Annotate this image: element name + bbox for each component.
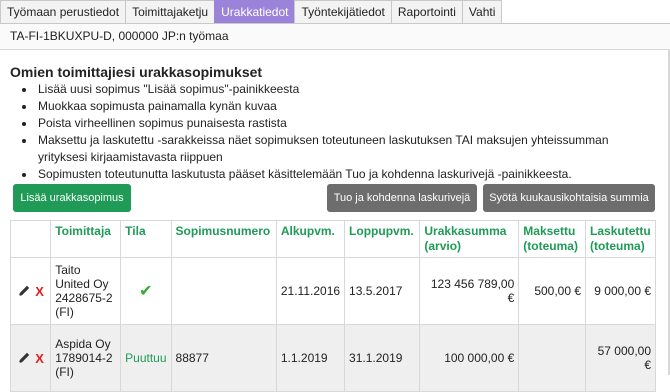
header-supplier[interactable]: Toimittaja	[50, 220, 122, 258]
tab-toimittajaketju[interactable]: Toimittajaketju	[125, 0, 216, 23]
cell-start-date: 1.1.2019	[275, 324, 346, 392]
status-badge: Puuttuu	[125, 351, 167, 365]
header-start-date[interactable]: Alkupvm.	[275, 220, 346, 258]
cell-supplier: Taito United Oy 2428675-2 (FI)	[50, 257, 122, 325]
tab-urakkatiedot[interactable]: Urakkatiedot	[214, 0, 296, 23]
cell-paid	[518, 324, 587, 392]
pencil-icon[interactable]	[17, 284, 31, 298]
header-status[interactable]: Tila	[120, 220, 172, 258]
cell-end-date: 31.1.2019	[344, 324, 421, 392]
cell-invoiced: 57 000,00 €	[585, 324, 656, 392]
header-paid[interactable]: Maksettu (toteuma)	[518, 220, 587, 258]
cell-supplier: Aspida Oy 1789014-2 (FI)	[50, 324, 122, 392]
page-title: Omien toimittajiesi urakkasopimukset	[10, 64, 263, 80]
header-contract-number[interactable]: Sopimusnumero	[170, 220, 277, 258]
contracts-table: Toimittaja Tila Sopimusnumero Alkupvm. L…	[9, 220, 656, 392]
header-end-date[interactable]: Loppupvm.	[344, 220, 421, 258]
instructions-list: Lisää uusi sopimus "Lisää sopimus"-paini…	[20, 81, 660, 183]
instruction-item: Muokkaa sopimusta painamalla kynän kuvaa	[36, 98, 660, 115]
table-row: X Aspida Oy 1789014-2 (FI) Puuttuu 88877…	[9, 324, 656, 392]
cell-invoiced: 9 000,00 €	[585, 257, 656, 325]
cell-end-date: 13.5.2017	[344, 257, 421, 325]
tab-raportointi[interactable]: Raportointi	[390, 0, 463, 23]
delete-icon[interactable]: X	[35, 351, 44, 366]
cell-contract-number: 88877	[170, 324, 277, 392]
add-contract-button[interactable]: Lisää urakkasopimus	[13, 184, 131, 212]
header-contract-sum[interactable]: Urakkasumma (arvio)	[419, 220, 520, 258]
site-identifier: TA-FI-1BKUXPU-D, 000000 JP:n työmaa	[0, 23, 670, 50]
instruction-item: Sopimusten toteutunutta laskutusta pääse…	[36, 166, 660, 183]
cell-start-date: 21.11.2016	[275, 257, 346, 325]
cell-status: ✔	[120, 257, 172, 325]
instruction-item: Maksettu ja laskutettu -sarakkeissa näet…	[36, 132, 660, 166]
cell-contract-number	[170, 257, 277, 325]
table-header-row: Toimittaja Tila Sopimusnumero Alkupvm. L…	[9, 220, 656, 258]
table-row: X Taito United Oy 2428675-2 (FI) ✔ 21.11…	[9, 257, 656, 325]
pencil-icon[interactable]	[17, 351, 31, 365]
check-icon: ✔	[139, 283, 153, 300]
tab-tyontekijatiedot[interactable]: Työntekijätiedot	[294, 0, 392, 23]
row-actions: X	[9, 257, 52, 325]
cell-contract-sum: 100 000,00 €	[419, 324, 520, 392]
header-actions	[9, 220, 52, 258]
row-actions: X	[9, 324, 52, 392]
instruction-item: Lisää uusi sopimus "Lisää sopimus"-paini…	[36, 81, 660, 98]
delete-icon[interactable]: X	[35, 284, 44, 299]
header-invoiced[interactable]: Laskutettu (toteuma)	[585, 220, 656, 258]
tab-vahti[interactable]: Vahti	[461, 0, 503, 23]
instruction-item: Poista virheellinen sopimus punaisesta r…	[36, 115, 660, 132]
cell-status: Puuttuu	[120, 324, 172, 392]
import-invoice-rows-button[interactable]: Tuo ja kohdenna laskurivejä	[327, 184, 477, 212]
tab-tyomaan-perustiedot[interactable]: Työmaan perustiedot	[0, 0, 127, 23]
cell-contract-sum: 123 456 789,00 €	[419, 257, 520, 325]
monthly-sums-button[interactable]: Syötä kuukausikohtaisia summia	[483, 184, 655, 212]
tab-bar: Työmaan perustiedot Toimittajaketju Urak…	[0, 0, 503, 23]
cell-paid: 500,00 €	[518, 257, 587, 325]
